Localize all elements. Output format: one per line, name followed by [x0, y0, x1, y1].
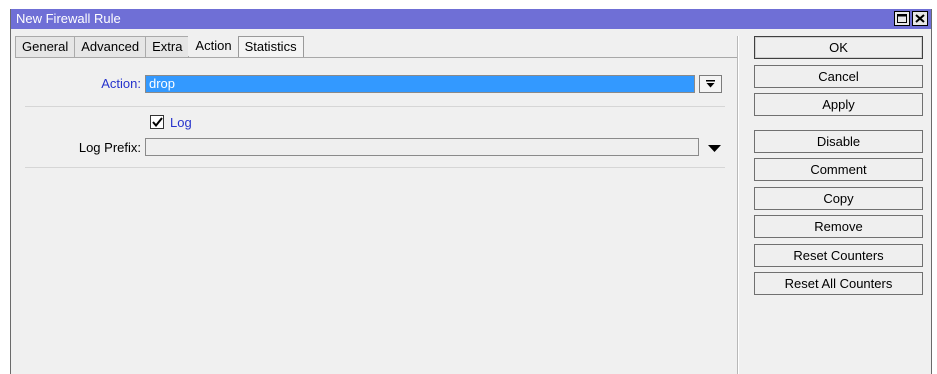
action-select-value: drop — [149, 76, 176, 91]
log-prefix-dropdown-icon[interactable] — [708, 145, 721, 152]
checkmark-icon — [151, 117, 163, 127]
action-tab-panel: Action: drop Log Log Prefix: — [15, 57, 737, 374]
tab-general[interactable]: General — [15, 36, 76, 57]
section-divider-2 — [25, 167, 725, 168]
tab-advanced[interactable]: Advanced — [74, 36, 147, 57]
reset-counters-button[interactable]: Reset Counters — [754, 244, 923, 267]
tab-statistics[interactable]: Statistics — [237, 36, 304, 57]
tab-action[interactable]: Action — [188, 33, 239, 56]
reset-all-counters-button[interactable]: Reset All Counters — [754, 272, 923, 295]
action-dropdown-button[interactable] — [699, 75, 722, 93]
action-label: Action: — [101, 76, 141, 91]
firewall-rule-window: New Firewall Rule General Advanced Extra… — [10, 9, 932, 374]
restore-button[interactable] — [894, 11, 910, 26]
section-divider — [25, 106, 725, 107]
log-prefix-input[interactable] — [145, 138, 699, 156]
action-select[interactable]: drop — [145, 75, 695, 93]
cancel-button[interactable]: Cancel — [754, 65, 923, 88]
chevron-down-icon — [706, 80, 715, 88]
close-button[interactable] — [912, 11, 928, 26]
window-controls — [894, 11, 928, 26]
close-icon — [915, 14, 925, 23]
tab-extra[interactable]: Extra — [145, 36, 190, 57]
copy-button[interactable]: Copy — [754, 187, 923, 210]
panel-divider — [737, 36, 739, 374]
ok-button[interactable]: OK — [754, 36, 923, 59]
remove-button[interactable]: Remove — [754, 215, 923, 238]
apply-button[interactable]: Apply — [754, 93, 923, 116]
log-prefix-label: Log Prefix: — [78, 140, 141, 155]
comment-button[interactable]: Comment — [754, 158, 923, 181]
log-checkbox-label: Log — [170, 115, 192, 130]
tab-bar: General Advanced Extra Action Statistics — [15, 33, 304, 57]
window-titlebar[interactable]: New Firewall Rule — [11, 9, 931, 29]
restore-icon — [897, 14, 907, 23]
disable-button[interactable]: Disable — [754, 130, 923, 153]
log-checkbox[interactable] — [150, 115, 164, 129]
window-title: New Firewall Rule — [16, 11, 121, 26]
